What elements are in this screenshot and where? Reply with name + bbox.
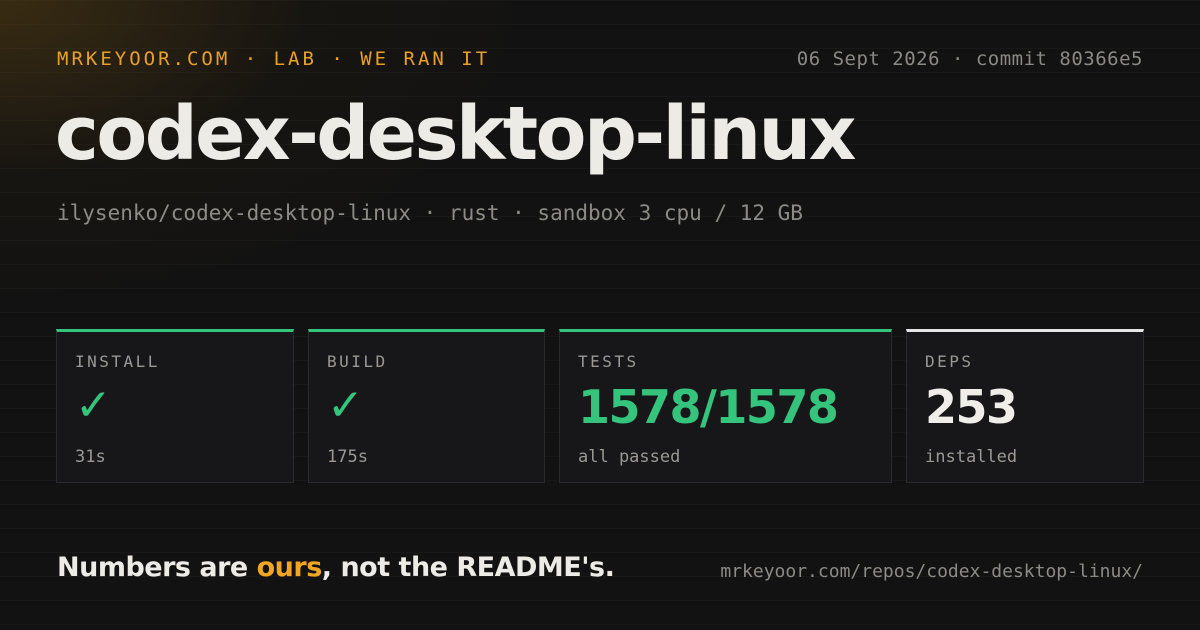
tagline-accent: ours — [256, 552, 323, 583]
install-duration: 31s — [75, 447, 106, 467]
build-label: BUILD — [327, 352, 388, 371]
repo-subtitle: ilysenko/codex-desktop-linux · rust · sa… — [57, 201, 803, 225]
build-card: BUILD ✓ 175s — [308, 329, 545, 483]
deps-card: DEPS 253 installed — [906, 329, 1144, 483]
header-bar: MRKEYOOR.COM · LAB · WE RAN IT 06 Sept 2… — [57, 48, 1143, 74]
tagline-pre: Numbers are — [57, 552, 257, 583]
build-duration: 175s — [327, 447, 368, 467]
repo-url-link[interactable]: mrkeyoor.com/repos/codex-desktop-linux/ — [720, 561, 1143, 582]
install-card: INSTALL ✓ 31s — [56, 329, 294, 483]
install-check-icon: ✓ — [75, 380, 112, 431]
site-kicker: MRKEYOOR.COM · LAB · WE RAN IT — [57, 48, 491, 70]
tests-status: all passed — [578, 447, 681, 467]
date-commit-meta: 06 Sept 2026 · commit 80366e5 — [796, 48, 1143, 70]
deps-count: 253 — [925, 380, 1018, 434]
footer: Numbers are ours, not the README's. mrke… — [57, 552, 1143, 592]
tests-label: TESTS — [578, 352, 639, 371]
tests-count: 1578/1578 — [578, 380, 839, 434]
page-title: codex-desktop-linux — [55, 91, 856, 177]
tagline-post: , not the README's. — [321, 552, 615, 583]
install-label: INSTALL — [75, 352, 160, 371]
deps-label: DEPS — [925, 352, 974, 371]
deps-status: installed — [925, 447, 1018, 467]
build-check-icon: ✓ — [327, 380, 364, 431]
tests-card: TESTS 1578/1578 all passed — [559, 329, 892, 483]
tagline: Numbers are ours, not the README's. — [57, 552, 615, 583]
